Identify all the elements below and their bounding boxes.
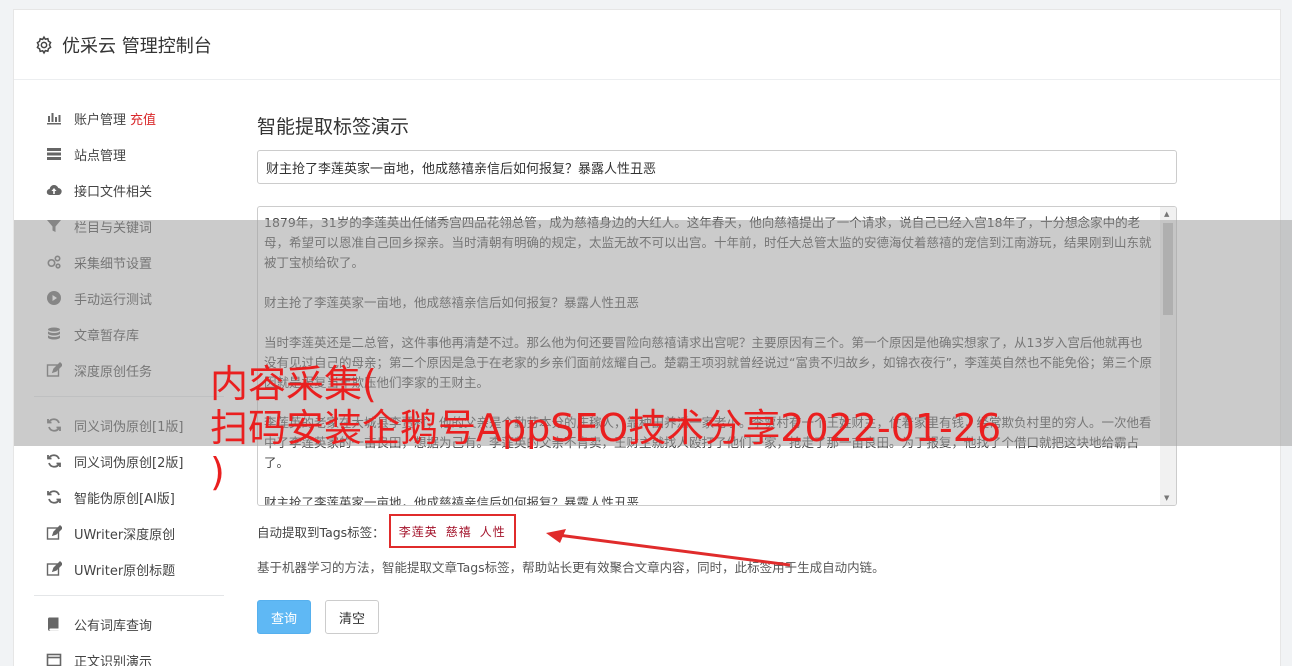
- sidebar-item-label: 文章暂存库: [74, 328, 140, 344]
- filter-icon: [45, 217, 63, 235]
- sidebar-item-label: 栏目与关键词: [74, 220, 153, 236]
- page-title: 智能提取标签演示: [257, 116, 410, 138]
- sidebar-item-account[interactable]: 账户管理 充值: [34, 100, 224, 136]
- tags-label: 自动提取到Tags标签：: [257, 524, 385, 540]
- bar-chart-icon: [45, 109, 63, 127]
- sidebar-item-label: 智能伪原创[AI版]: [74, 491, 175, 507]
- sidebar-item-public-lexicon[interactable]: 公有词库查询: [34, 606, 224, 642]
- action-buttons: 查询 清空: [257, 600, 1177, 634]
- sidebar-item-deep-original[interactable]: 深度原创任务: [34, 352, 224, 388]
- sidebar-item-label: UWriter原创标题: [74, 563, 176, 579]
- sidebar-item-uwriter-deep[interactable]: UWriter深度原创: [34, 515, 224, 551]
- sidebar-item-collect-settings[interactable]: 采集细节设置: [34, 244, 224, 280]
- cloud-upload-icon: [45, 181, 63, 199]
- content-textarea[interactable]: 1879年，31岁的李莲英出任储秀宫四品花翎总管，成为慈禧身边的大红人。这年春天…: [257, 206, 1177, 506]
- sidebar-item-label: 接口文件相关: [74, 184, 153, 200]
- window-icon: [45, 651, 63, 666]
- sidebar-divider: [34, 595, 224, 596]
- tag-item: 慈禧: [445, 524, 472, 539]
- sidebar-item-label: 账户管理: [74, 112, 127, 128]
- refresh-icon: [45, 452, 63, 470]
- book-icon: [45, 615, 63, 633]
- scrollbar-thumb[interactable]: [1163, 223, 1173, 315]
- tags-box: 李莲英 慈禧 人性: [388, 514, 516, 548]
- content-paragraph: 财主抢了李莲英家一亩地，他成慈禧亲信后如何报复？暴露人性丑恶: [264, 495, 640, 505]
- sidebar-item-uwriter-title[interactable]: UWriter原创标题: [34, 551, 224, 587]
- sidebar-divider: [34, 396, 224, 397]
- sidebar-item-synonym-v2[interactable]: 同义词伪原创[2版]: [34, 443, 224, 479]
- sidebar-item-label: UWriter深度原创: [74, 527, 176, 543]
- main-panel: 智能提取标签演示 财主抢了李莲英家一亩地，他成慈禧亲信后如何报复？暴露人性丑恶 …: [257, 100, 1177, 634]
- sidebar-item-label: 站点管理: [74, 148, 127, 164]
- sidebar-item-label: 公有词库查询: [74, 618, 153, 634]
- feature-description: 基于机器学习的方法，智能提取文章Tags标签，帮助站长更有效聚合文章内容，同时，…: [257, 560, 885, 575]
- title-input[interactable]: 财主抢了李莲英家一亩地，他成慈禧亲信后如何报复？暴露人性丑恶: [257, 150, 1177, 184]
- edit-icon: [45, 524, 63, 542]
- content-text: 1879年，31岁的李莲英出任储秀宫四品花翎总管，成为慈禧身边的大红人。这年春天…: [258, 207, 1160, 505]
- edit-icon: [45, 560, 63, 578]
- sidebar-item-text-recognition[interactable]: 正文识别演示: [34, 642, 224, 666]
- scroll-down-icon[interactable]: ▼: [1164, 494, 1169, 502]
- refresh-icon: [45, 416, 63, 434]
- sidebar-item-ai-rewrite[interactable]: 智能伪原创[AI版]: [34, 479, 224, 515]
- sidebar-item-manual-run[interactable]: 手动运行测试: [34, 280, 224, 316]
- sidebar-item-synonym-v1[interactable]: 同义词伪原创[1版]: [34, 407, 224, 443]
- edit-icon: [45, 361, 63, 379]
- console-card: 优采云 管理控制台 账户管理 充值 站点管理 接口文件相关 栏目与关键词 采集细…: [13, 9, 1281, 666]
- tag-item: 人性: [479, 524, 506, 539]
- content-paragraph: 当时李莲英还是二总管，这件事他再清楚不过。那么他为何还要冒险向慈禧请求出宫呢？主…: [264, 335, 1152, 390]
- gears-icon: [45, 253, 63, 271]
- gear-icon: [36, 35, 52, 54]
- recharge-link[interactable]: 充值: [130, 109, 156, 128]
- content-scrollbar[interactable]: ▲ ▼: [1160, 207, 1176, 505]
- scroll-up-icon[interactable]: ▲: [1164, 210, 1169, 218]
- tags-row: 自动提取到Tags标签： 李莲英 慈禧 人性: [257, 514, 1177, 548]
- content-paragraph: 财主抢了李莲英家一亩地，他成慈禧亲信后如何报复？暴露人性丑恶: [264, 295, 640, 310]
- sidebar-item-label: 手动运行测试: [74, 292, 153, 308]
- sidebar: 账户管理 充值 站点管理 接口文件相关 栏目与关键词 采集细节设置 手动运行测试…: [34, 100, 224, 666]
- play-circle-icon: [45, 289, 63, 307]
- sidebar-item-label: 正文识别演示: [74, 654, 153, 666]
- database-icon: [45, 325, 63, 343]
- sidebar-item-label: 采集细节设置: [74, 256, 153, 272]
- sidebar-item-sites[interactable]: 站点管理: [34, 136, 224, 172]
- sidebar-item-columns-keywords[interactable]: 栏目与关键词: [34, 208, 224, 244]
- sidebar-item-label: 同义词伪原创[1版]: [74, 419, 184, 435]
- sidebar-item-article-store[interactable]: 文章暂存库: [34, 316, 224, 352]
- clear-button[interactable]: 清空: [325, 600, 379, 634]
- tag-item: 李莲英: [398, 524, 438, 539]
- content-paragraph: 李莲英的老家在大城县李贾村，他的父亲是个勤劳本分的庄稼人，靠种田养活一家老小。李…: [264, 415, 1152, 470]
- sidebar-item-label: 深度原创任务: [74, 364, 153, 380]
- console-header: 优采云 管理控制台: [14, 10, 1280, 80]
- content-paragraph: 1879年，31岁的李莲英出任储秀宫四品花翎总管，成为慈禧身边的大红人。这年春天…: [264, 215, 1152, 270]
- refresh-icon: [45, 488, 63, 506]
- query-button[interactable]: 查询: [257, 600, 311, 634]
- console-title: 优采云 管理控制台: [62, 35, 212, 57]
- server-icon: [45, 145, 63, 163]
- sidebar-item-label: 同义词伪原创[2版]: [74, 455, 184, 471]
- sidebar-item-interface-files[interactable]: 接口文件相关: [34, 172, 224, 208]
